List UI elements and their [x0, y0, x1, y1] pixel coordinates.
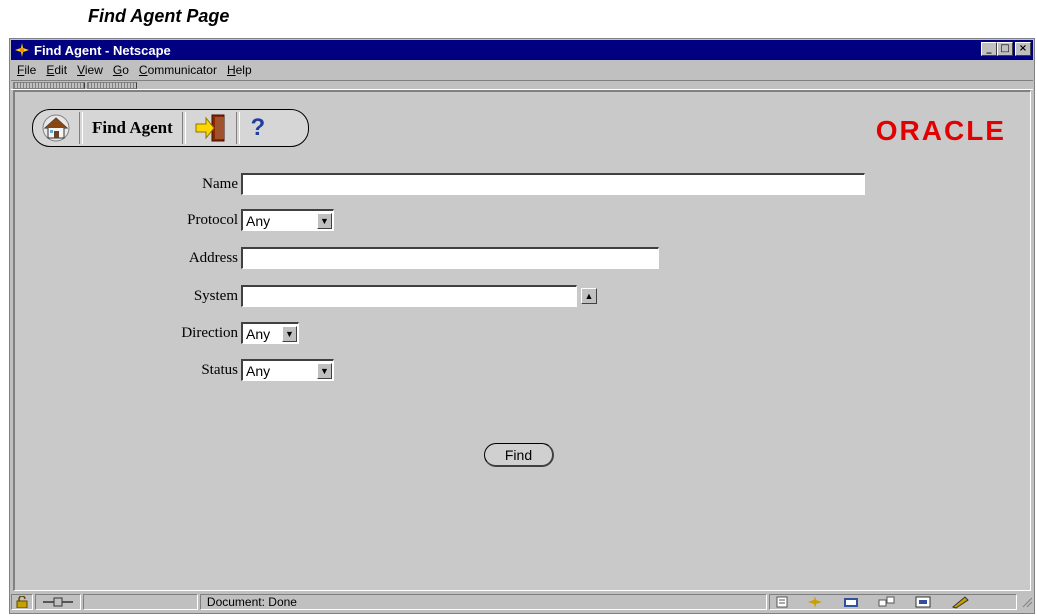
lock-icon: [16, 596, 28, 608]
window-title: Find Agent - Netscape: [34, 42, 171, 58]
help-icon: ?: [250, 114, 266, 141]
system-row: System ▲: [38, 285, 597, 307]
page-caption: Find Agent Page: [88, 6, 230, 26]
home-icon: [42, 114, 70, 142]
chevron-down-icon[interactable]: ▼: [317, 362, 332, 379]
menu-bar: File Edit View Go Communicator Help: [11, 61, 1033, 79]
exit-door-icon: [195, 114, 225, 142]
chevron-down-icon[interactable]: ▼: [317, 212, 332, 229]
edit-pencil-icon[interactable]: [950, 595, 970, 609]
component-bar: [768, 594, 1018, 610]
connection-status: [34, 594, 81, 610]
maximize-button[interactable]: □: [997, 42, 1013, 56]
status-text: Document: Done: [199, 594, 767, 610]
direction-select[interactable]: Any ▼: [241, 322, 299, 344]
minimize-button[interactable]: _: [981, 42, 997, 56]
navigator-icon[interactable]: [806, 595, 824, 609]
plug-icon: [42, 597, 73, 607]
oracle-logo: ORACLE: [875, 115, 1006, 146]
home-button[interactable]: [33, 113, 79, 143]
toolbar-handles: [11, 80, 1033, 90]
toolbar-title: Find Agent: [92, 118, 173, 137]
title-bar: Find Agent - Netscape _ □ ×: [11, 40, 1033, 60]
menu-help[interactable]: Help: [227, 63, 252, 77]
name-row: Name: [38, 173, 865, 195]
progress-area: [82, 594, 198, 610]
address-label: Address: [188, 249, 238, 266]
status-row: Status Any ▼: [38, 359, 334, 381]
exit-button[interactable]: [186, 113, 236, 143]
direction-row: Direction Any ▼: [38, 322, 299, 344]
direction-label: Direction: [181, 324, 238, 341]
menu-file[interactable]: File: [17, 63, 36, 77]
address-input[interactable]: [241, 247, 659, 269]
protocol-row: Protocol Any ▼: [38, 209, 334, 231]
discussion-icon[interactable]: [878, 595, 896, 609]
chevron-up-icon: ▲: [584, 291, 594, 301]
netscape-icon: [14, 42, 30, 58]
protocol-label: Protocol: [187, 211, 238, 228]
direction-value: Any: [246, 325, 271, 342]
address-row: Address: [38, 247, 659, 269]
status-label: Status: [201, 361, 238, 378]
document-list-icon[interactable]: [776, 596, 788, 608]
menu-view[interactable]: View: [77, 63, 103, 77]
security-lock-button[interactable]: [11, 594, 33, 610]
status-value: Any: [246, 362, 271, 379]
chevron-down-icon[interactable]: ▼: [282, 325, 297, 342]
toolbar-handle-2[interactable]: [87, 82, 137, 89]
toolbar-handle-1[interactable]: [13, 82, 85, 89]
status-message: Document: Done: [206, 595, 297, 609]
name-label: Name: [202, 175, 238, 192]
app-toolbar: Find Agent ?: [32, 109, 309, 147]
menu-go[interactable]: Go: [113, 63, 129, 77]
status-bar: Document: Done: [11, 592, 1033, 612]
find-button[interactable]: Find: [484, 443, 554, 467]
system-label: System: [193, 287, 238, 304]
protocol-select[interactable]: Any ▼: [241, 209, 334, 231]
browser-window: Find Agent - Netscape _ □ × File Edit Vi…: [9, 38, 1035, 614]
system-input[interactable]: [241, 285, 577, 307]
status-select[interactable]: Any ▼: [241, 359, 334, 381]
menu-communicator[interactable]: Communicator: [139, 63, 217, 77]
mail-icon[interactable]: [842, 595, 860, 609]
close-button[interactable]: ×: [1015, 42, 1031, 56]
composer-icon[interactable]: [914, 595, 932, 609]
resize-grip-icon[interactable]: [1021, 596, 1033, 608]
page-content: Find Agent ? ORACLE Name Protocol Any ▼ …: [13, 90, 1031, 591]
help-button[interactable]: ?: [240, 113, 276, 143]
menu-edit[interactable]: Edit: [46, 63, 67, 77]
system-lookup-button[interactable]: ▲: [581, 288, 597, 304]
protocol-value: Any: [246, 212, 271, 229]
name-input[interactable]: [241, 173, 865, 195]
